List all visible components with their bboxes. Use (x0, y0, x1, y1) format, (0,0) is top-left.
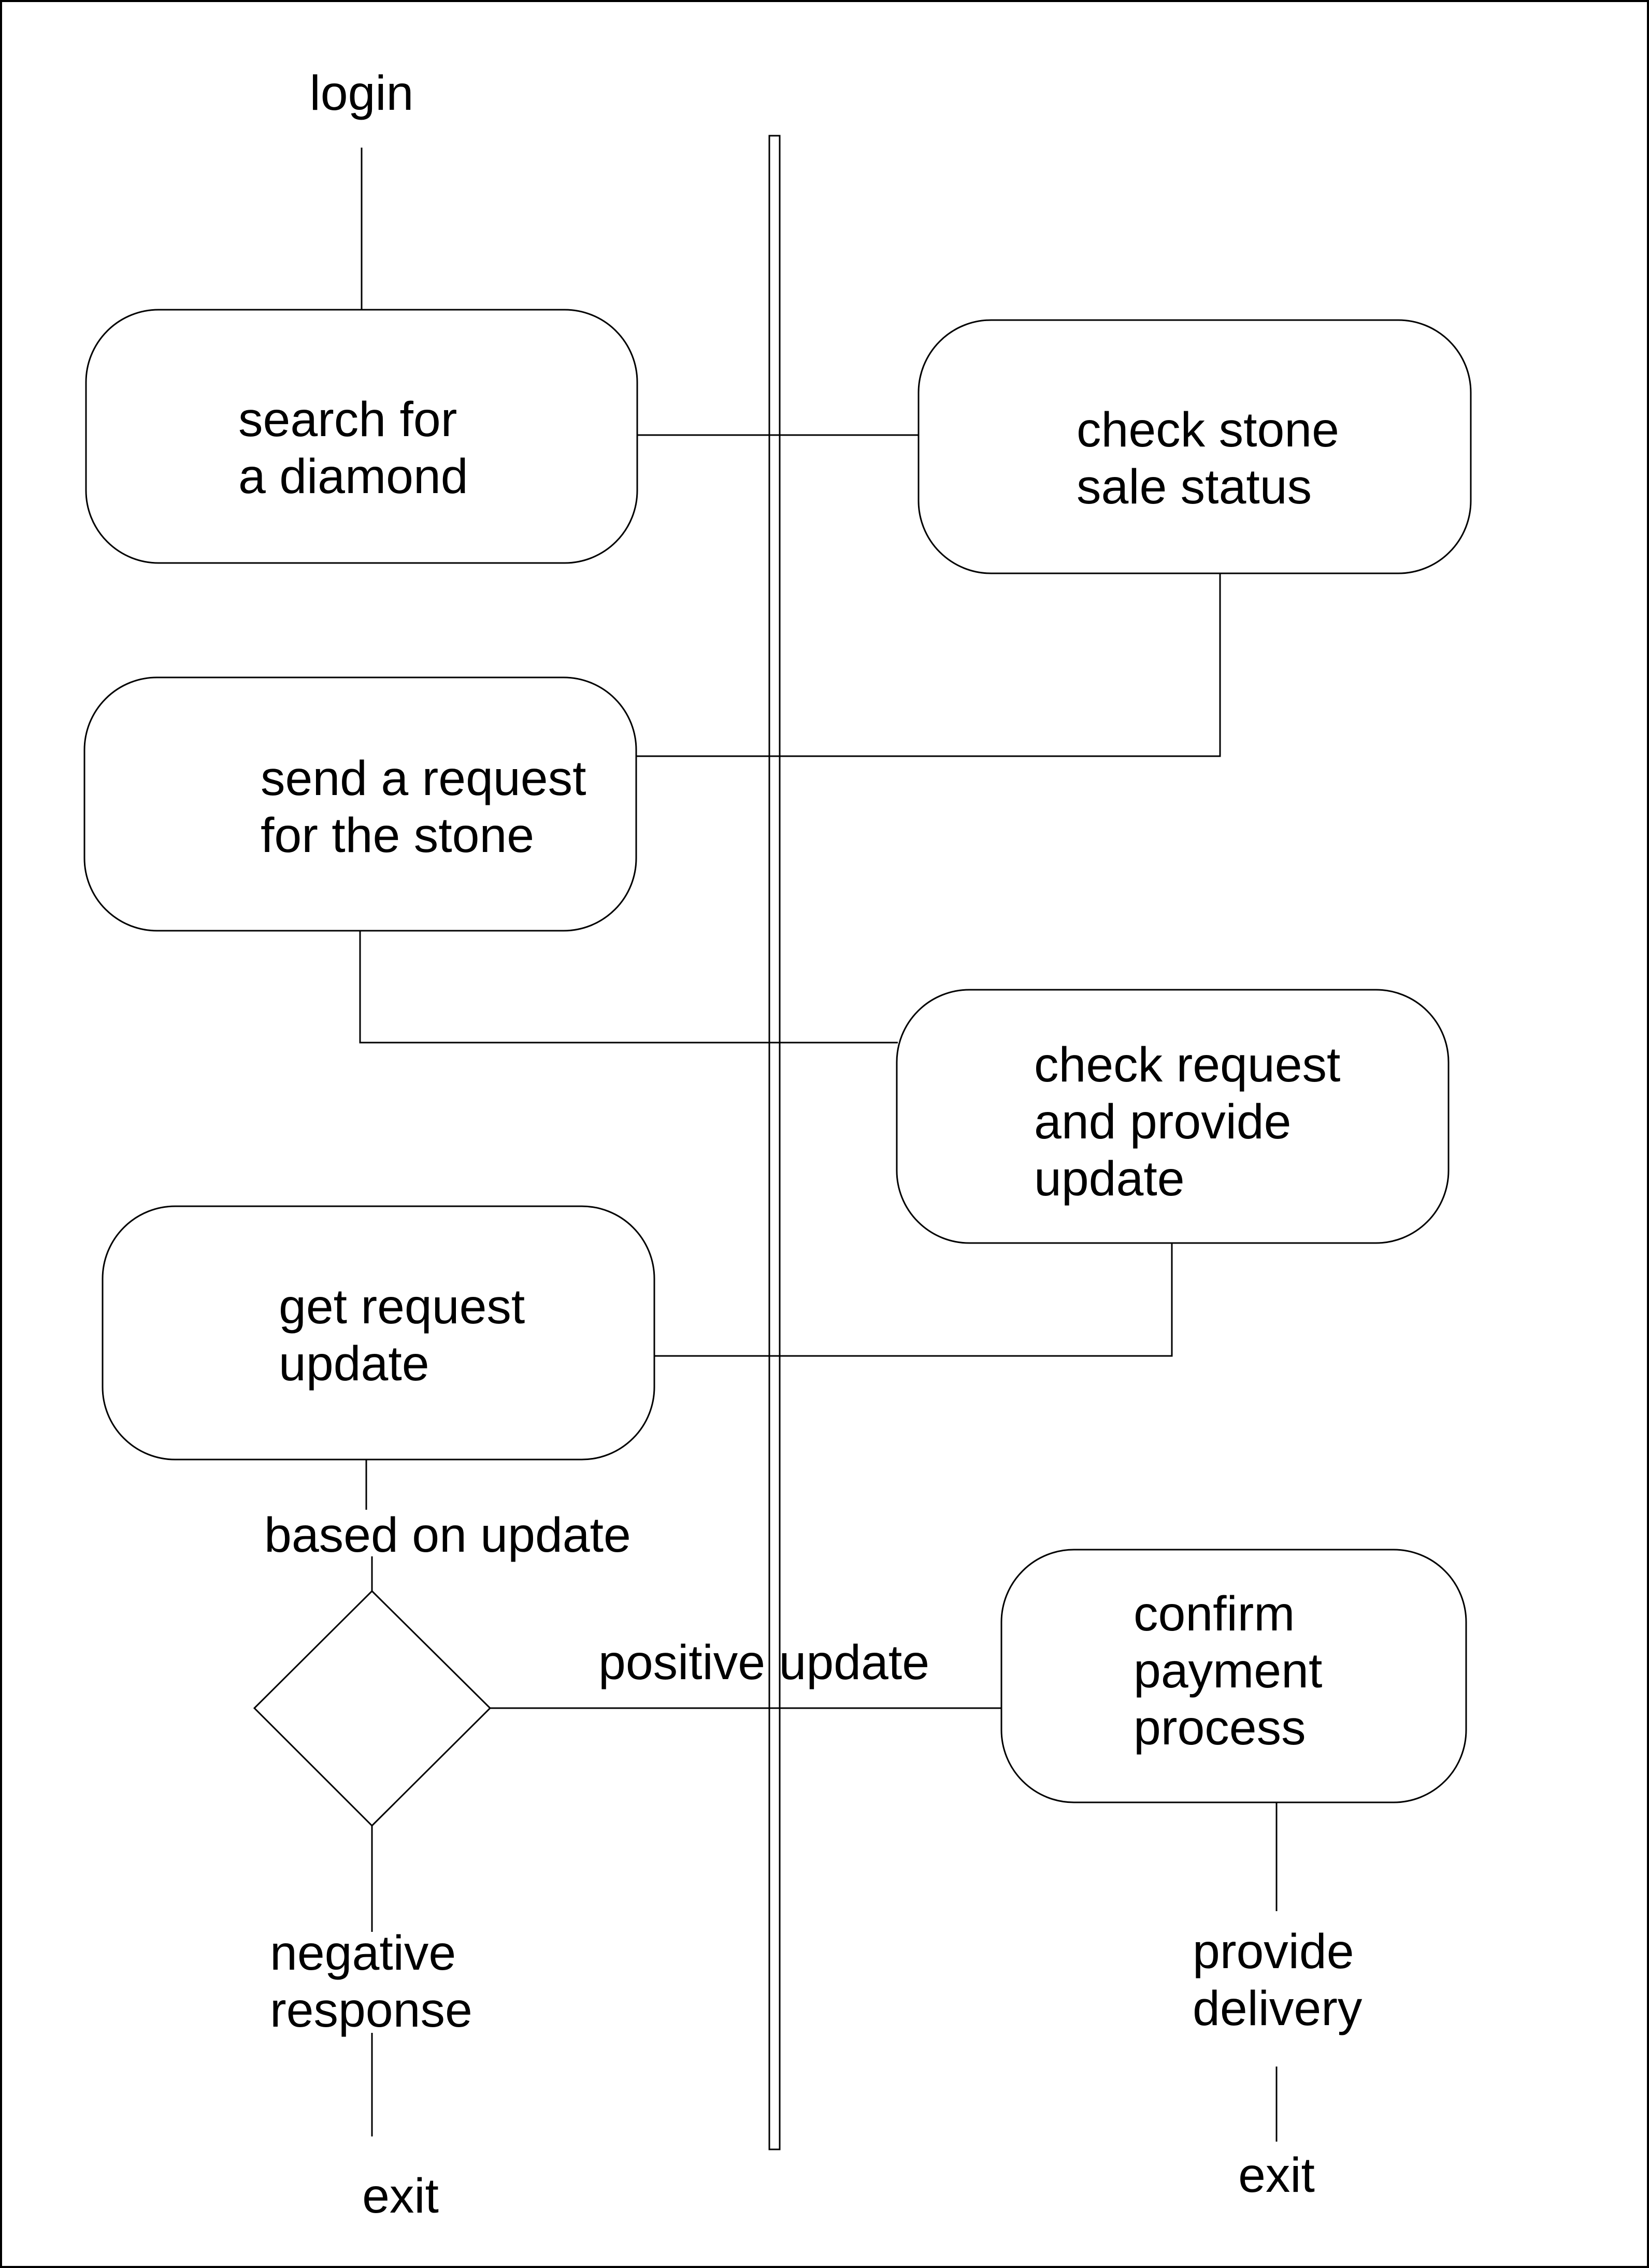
swimlane-divider (768, 135, 781, 2150)
decision-diamond (253, 1590, 492, 1827)
exit-left-label: exit (362, 2169, 439, 2223)
connector-send-request-check-request (359, 931, 898, 1044)
activity-send-request: send a request for the stone (83, 676, 637, 932)
positive-update-label: positive update (598, 1635, 929, 1690)
exit-right-label: exit (1238, 2148, 1315, 2203)
decision-label: based on update (264, 1508, 631, 1563)
negative-response-label: negative response (270, 1926, 472, 2038)
activity-get-update: get request update (102, 1205, 655, 1461)
provide-delivery-label: provide delivery (1193, 1924, 1368, 2036)
connector-check-status-send-request (636, 573, 1221, 757)
activity-check-stone-status: check stone sale status (917, 319, 1472, 574)
activity-label: confirm payment process (1134, 1586, 1336, 1755)
activity-diagram: login search for a diamond check stone s… (0, 0, 1649, 2268)
connector-check-request-get-update (654, 1243, 1173, 1357)
activity-confirm-payment: confirm payment process (1000, 1549, 1467, 1803)
activity-search-diamond: search for a diamond (85, 309, 638, 564)
start-label: login (310, 66, 414, 121)
activity-check-request: check request and provide update (896, 989, 1450, 1244)
